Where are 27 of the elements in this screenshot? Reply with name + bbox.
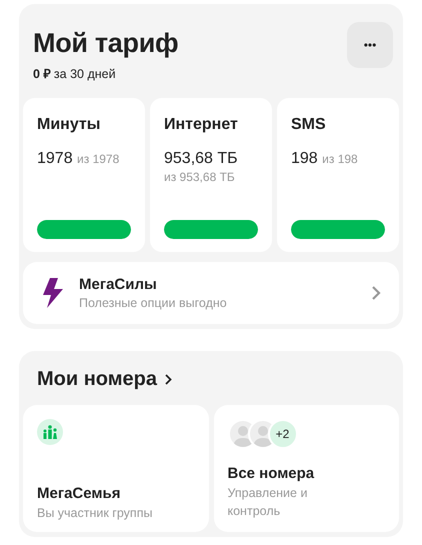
counter-title: Интернет — [164, 116, 238, 134]
family-card[interactable]: МегаСемья Вы участник группы — [23, 405, 208, 532]
counter-card[interactable]: Интернет 953,68 ТБ из 953,68 ТБ — [150, 98, 272, 252]
card-title: Все номера — [228, 465, 314, 482]
counter-value: 953,68 ТБ из 953,68 ТБ — [164, 150, 238, 186]
promo-card[interactable]: МегаСилы Полезные опции выгодно — [23, 262, 399, 324]
counter-card[interactable]: Минуты 1978 из 1978 — [23, 98, 145, 252]
lightning-icon — [41, 278, 65, 308]
promo-title: МегаСилы — [79, 276, 157, 293]
numbers-card[interactable]: +2 Все номера Управление и контроль — [214, 405, 399, 532]
card-subtitle: Вы участник группы — [37, 504, 152, 522]
counter-title: SMS — [291, 116, 326, 134]
tariff-price: 0 ₽ за 30 дней — [33, 66, 117, 82]
section-title[interactable]: Мои номера — [37, 368, 158, 391]
counter-value: 1978 из 1978 — [37, 150, 120, 169]
more-button[interactable]: ••• — [347, 22, 393, 68]
card-subtitle: Управление и контроль — [228, 485, 308, 520]
chevron-icon[interactable] — [165, 374, 172, 385]
chevron-icon — [371, 285, 381, 301]
count-badge: +2 — [268, 419, 298, 449]
counter-value: 198 из 198 — [291, 150, 358, 169]
family-icon — [37, 419, 63, 445]
card-title: МегаСемья — [37, 484, 120, 502]
promo-subtitle: Полезные опции выгодно — [79, 296, 227, 310]
counter-card[interactable]: SMS 198 из 198 — [277, 98, 399, 252]
tariff-title: Мой тариф — [33, 28, 178, 59]
counter-title: Минуты — [37, 116, 100, 134]
